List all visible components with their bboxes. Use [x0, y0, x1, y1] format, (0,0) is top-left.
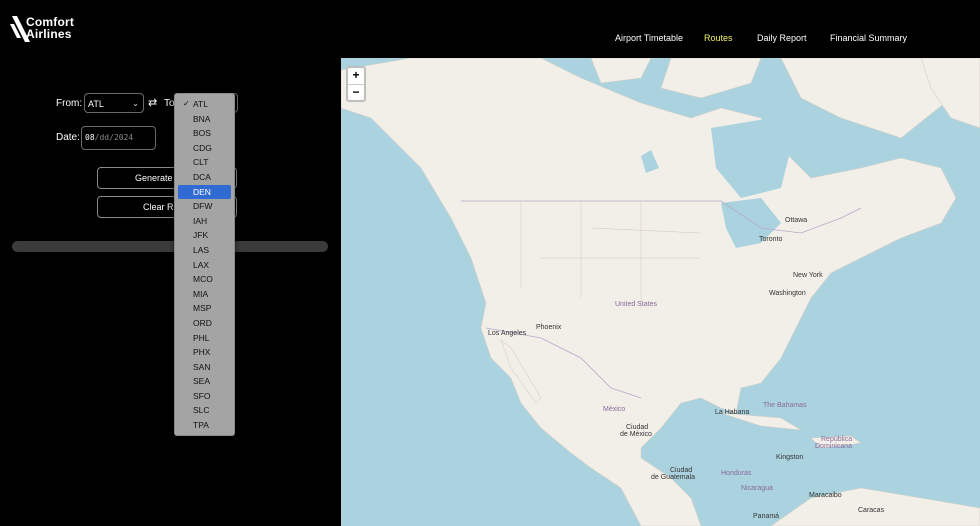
- map-label-kingston: Kingston: [776, 454, 804, 461]
- dropdown-option-ord[interactable]: ORD: [178, 316, 231, 331]
- dropdown-option-iah[interactable]: IAH: [178, 214, 231, 229]
- map-zoom-control: + −: [346, 66, 366, 102]
- top-nav: Airport Timetable Routes Daily Report Fi…: [0, 33, 980, 47]
- dropdown-option-slc[interactable]: SLC: [178, 403, 231, 418]
- map-label-washington: Washington: [769, 290, 806, 297]
- map-label-united-states: United States: [615, 301, 658, 308]
- dropdown-option-dfw[interactable]: DFW: [178, 199, 231, 214]
- map-label-toronto: Toronto: [759, 236, 783, 243]
- dropdown-option-tpa[interactable]: TPA: [178, 418, 231, 433]
- dropdown-option-atl[interactable]: ✓ ATL: [178, 97, 231, 112]
- swap-icon[interactable]: ⇄: [148, 96, 157, 109]
- checkmark-icon: ✓: [183, 99, 190, 108]
- progress-bar: [12, 241, 328, 252]
- map-label-ottawa: Ottawa: [785, 217, 808, 224]
- dropdown-option-clt[interactable]: CLT: [178, 155, 231, 170]
- map-label-new-york: New York: [793, 272, 823, 279]
- route-map[interactable]: Ottawa Toronto New York Washington Unite…: [341, 58, 980, 526]
- dropdown-option-den[interactable]: DEN: [178, 184, 231, 200]
- dropdown-option-sfo[interactable]: SFO: [178, 389, 231, 404]
- date-input[interactable]: 08/dd/2024: [81, 126, 156, 150]
- arctic-island-shape: [590, 58, 652, 84]
- dropdown-option-mia[interactable]: MIA: [178, 287, 231, 302]
- option-label: ATL: [193, 99, 208, 109]
- dropdown-option-san[interactable]: SAN: [178, 360, 231, 375]
- map-label-phoenix: Phoenix: [536, 324, 562, 331]
- map-label-ciudad-guatemala-1: Ciudad: [670, 467, 693, 474]
- zoom-in-button[interactable]: +: [348, 68, 364, 84]
- from-label: From:: [56, 98, 83, 109]
- nav-routes[interactable]: Routes: [704, 33, 733, 43]
- map-label-panama: Panamá: [753, 513, 780, 520]
- chevron-down-icon: ⌄: [132, 99, 139, 108]
- nav-airport-timetable[interactable]: Airport Timetable: [615, 33, 683, 43]
- map-label-los-angeles: Los Angeles: [488, 330, 527, 337]
- dropdown-option-dca[interactable]: DCA: [178, 170, 231, 185]
- arctic-island-shape: [660, 58, 762, 99]
- map-canvas: [341, 58, 980, 526]
- to-dropdown-list: ✓ ATL BNA BOS CDG CLT DCA DEN DFW IAH JFK…: [174, 93, 235, 436]
- dropdown-option-phx[interactable]: PHX: [178, 345, 231, 360]
- map-label-ciudad-de-mexico-2: de México: [620, 431, 652, 438]
- zoom-out-button[interactable]: −: [348, 84, 364, 101]
- map-label-honduras: Honduras: [721, 470, 752, 477]
- map-label-maracaibo: Maracaibo: [809, 492, 842, 499]
- dropdown-option-msp[interactable]: MSP: [178, 301, 231, 316]
- dropdown-option-phl[interactable]: PHL: [178, 331, 231, 346]
- nav-daily-report[interactable]: Daily Report: [757, 33, 807, 43]
- dropdown-option-mco[interactable]: MCO: [178, 272, 231, 287]
- nav-financial-summary[interactable]: Financial Summary: [830, 33, 907, 43]
- map-label-republica-2: Dominicana: [815, 443, 852, 450]
- dropdown-option-bos[interactable]: BOS: [178, 126, 231, 141]
- from-select-value: ATL: [88, 99, 104, 109]
- dropdown-option-cdg[interactable]: CDG: [178, 141, 231, 156]
- dropdown-option-jfk[interactable]: JFK: [178, 228, 231, 243]
- north-america-shape: [341, 58, 957, 526]
- date-day: dd: [99, 133, 110, 142]
- from-select[interactable]: ATL ⌄: [84, 93, 144, 113]
- map-label-republica-1: República: [821, 436, 853, 443]
- dropdown-option-bna[interactable]: BNA: [178, 112, 231, 127]
- map-label-ciudad-guatemala-2: de Guatemala: [651, 474, 695, 481]
- map-label-la-habana: La Habana: [715, 409, 750, 416]
- map-label-mexico: México: [603, 406, 626, 413]
- map-label-ciudad-de-mexico-1: Ciudad: [626, 424, 649, 431]
- dropdown-option-sea[interactable]: SEA: [178, 374, 231, 389]
- to-label: To: [164, 98, 175, 109]
- dropdown-option-lax[interactable]: LAX: [178, 258, 231, 273]
- map-label-the-bahamas: The Bahamas: [763, 402, 807, 409]
- map-label-caracas: Caracas: [858, 507, 885, 514]
- map-label-nicaragua: Nicaragua: [741, 485, 773, 492]
- date-label: Date:: [56, 132, 80, 143]
- date-month: 08: [85, 133, 95, 142]
- date-year: 2024: [113, 133, 134, 142]
- progress-fill: [12, 241, 328, 252]
- dropdown-option-las[interactable]: LAS: [178, 243, 231, 258]
